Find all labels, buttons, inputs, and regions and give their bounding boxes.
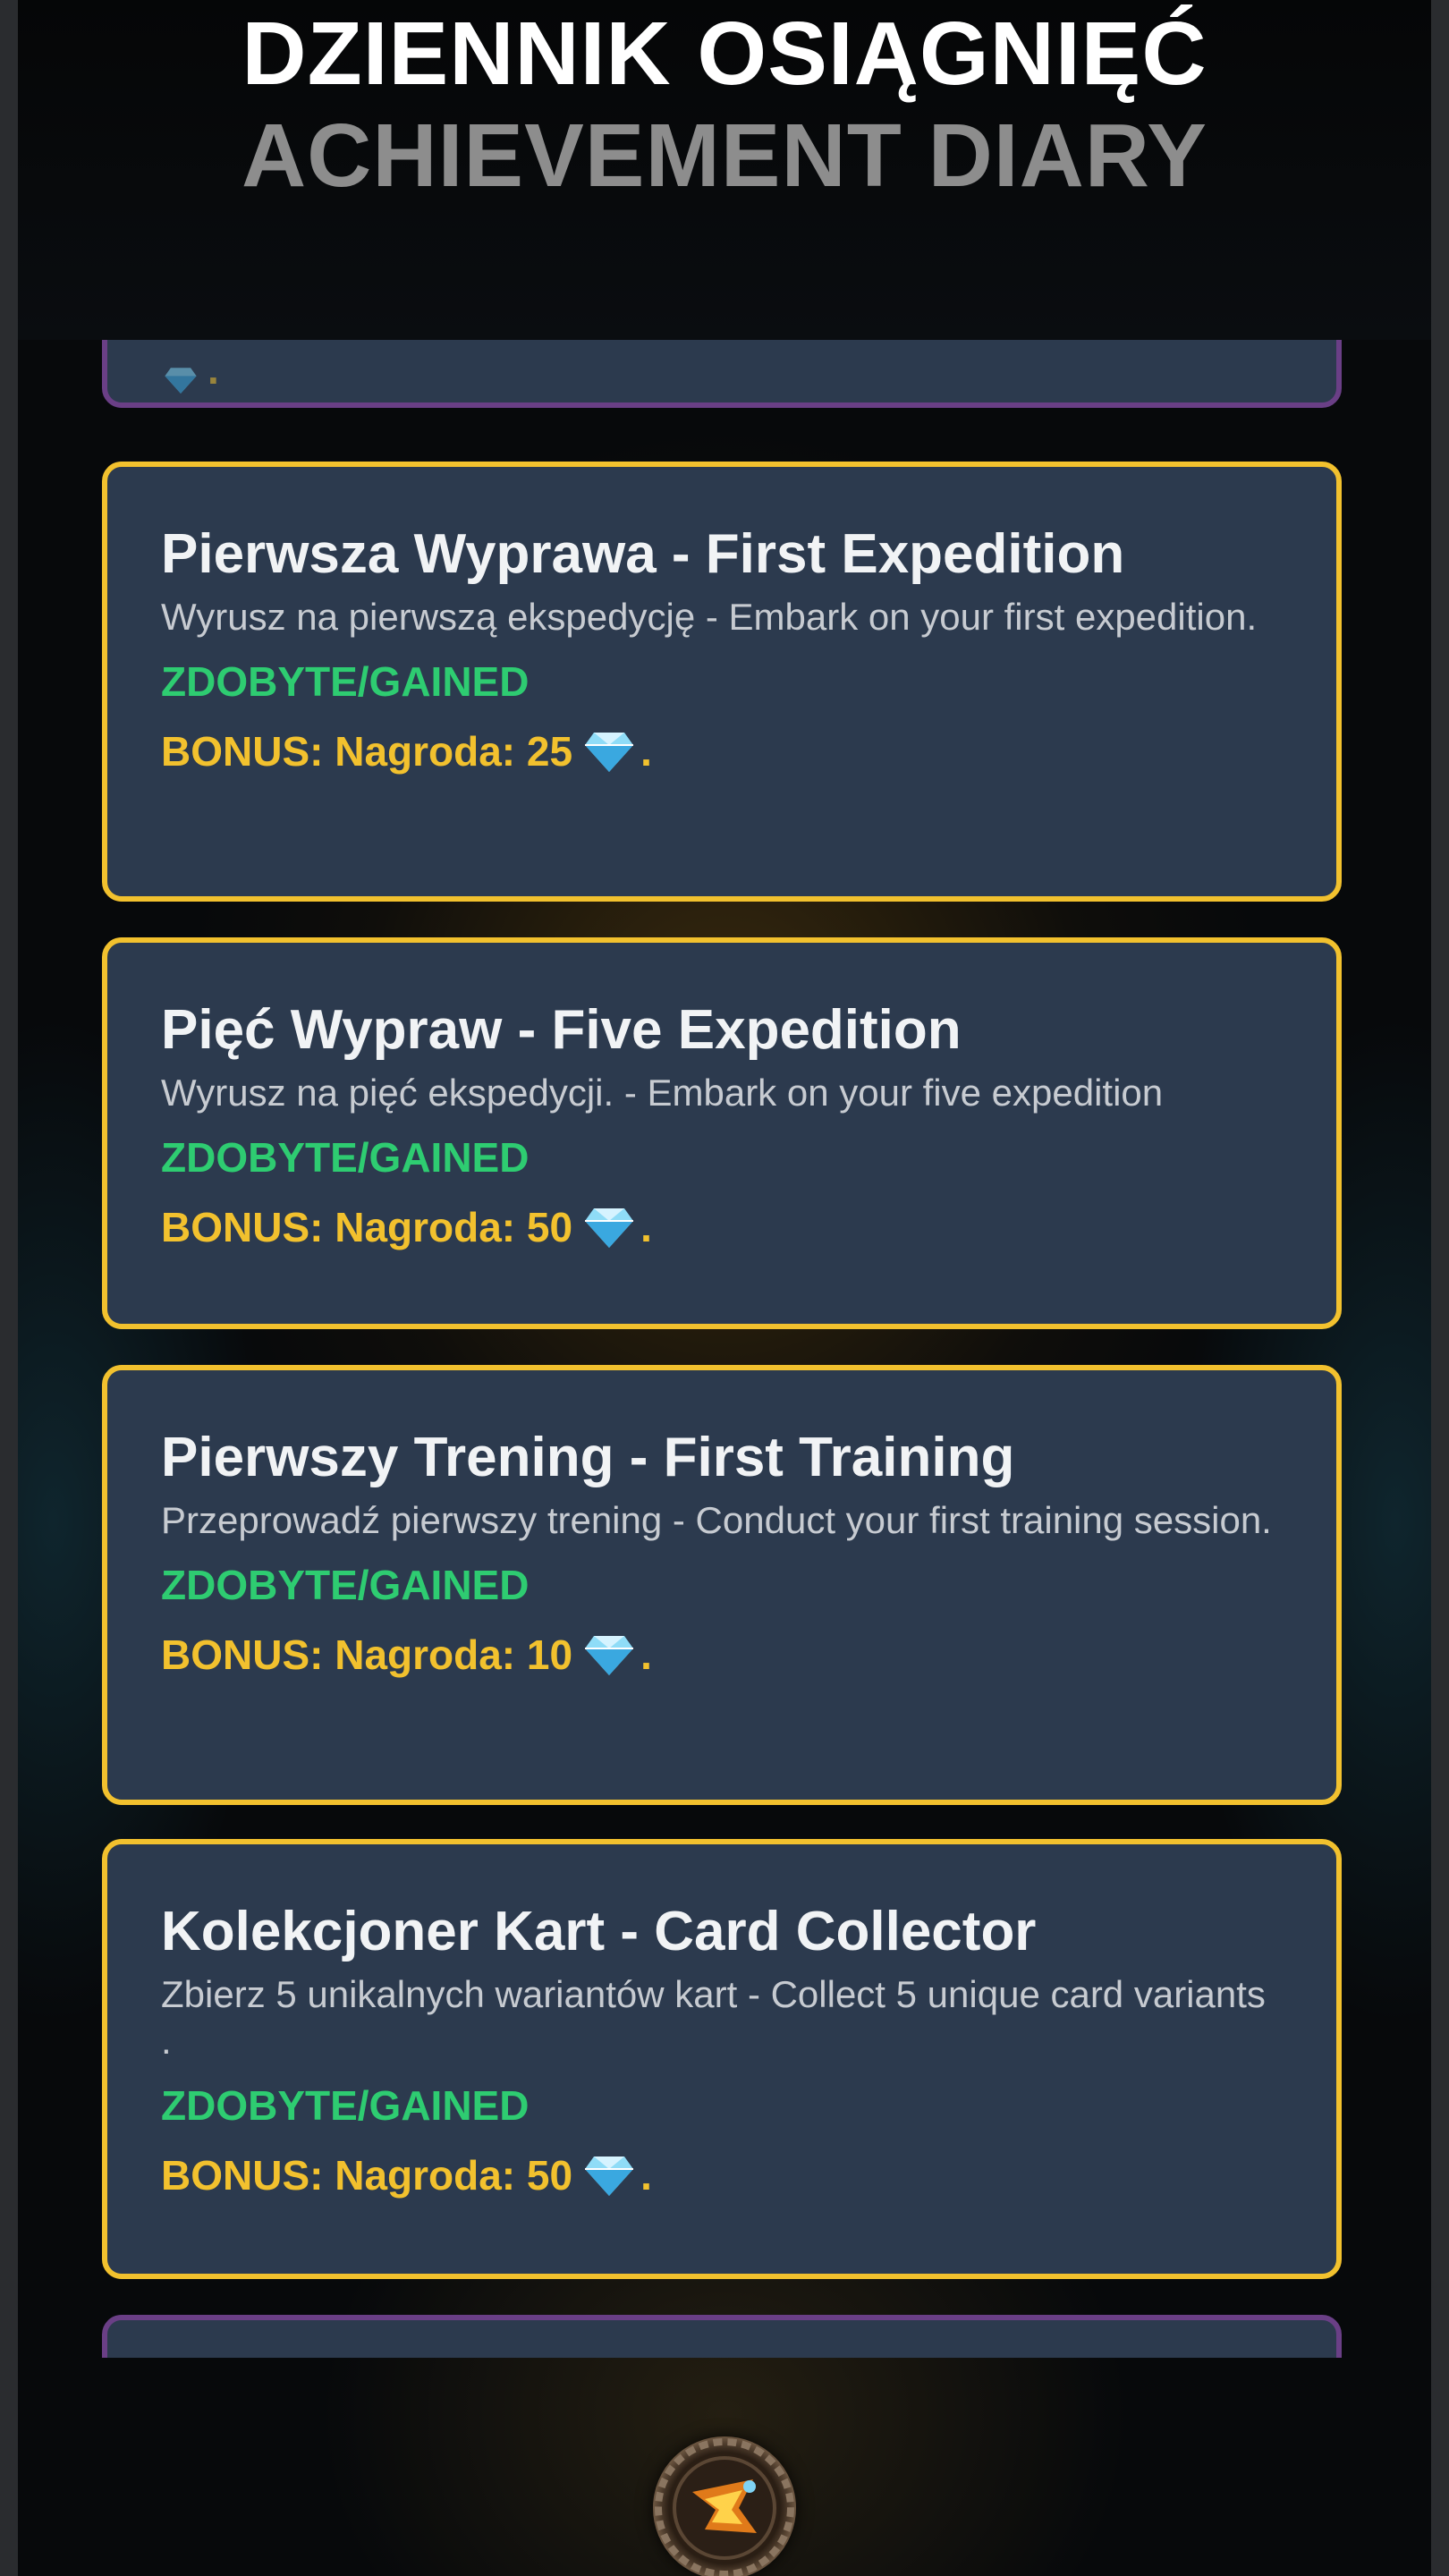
achievement-diary-screen: DZIENNIK OSIĄGNIĘĆ ACHIEVEMENT DIARY . P… bbox=[0, 0, 1449, 2576]
achievement-title: Kolekcjoner Kart - Card Collector bbox=[161, 1901, 1037, 1962]
bonus-text: BONUS: Nagroda: 10 bbox=[161, 1631, 573, 1678]
diamond-gem-icon bbox=[585, 1636, 634, 1675]
bonus-text: BONUS: Nagroda: 25 bbox=[161, 728, 573, 775]
achievement-card[interactable]: Pierwsza Wyprawa - First Expedition Wyru… bbox=[102, 462, 1342, 902]
bottom-nav-area bbox=[18, 2358, 1431, 2576]
bonus-text: BONUS: Nagroda: 50 bbox=[161, 2152, 573, 2199]
achievement-bonus: BONUS: Nagroda: 50 . bbox=[161, 2150, 1283, 2200]
achievement-card-partial-bottom bbox=[102, 2315, 1342, 2358]
right-edge-strip bbox=[1431, 0, 1449, 2576]
achievement-list[interactable]: . Pierwsza Wyprawa - First Expedition Wy… bbox=[98, 340, 1351, 2358]
diamond-gem-icon bbox=[165, 368, 197, 394]
diamond-gem-icon bbox=[585, 2157, 634, 2196]
expedition-nav-button[interactable] bbox=[653, 2436, 796, 2576]
diamond-gem-icon bbox=[585, 1208, 634, 1248]
achievement-description: Przeprowadź pierwszy trening - Conduct y… bbox=[161, 1499, 1272, 1541]
achievement-card-partial-top: . bbox=[102, 340, 1342, 408]
achievement-status: ZDOBYTE/GAINED bbox=[161, 2082, 530, 2129]
achievement-bonus: BONUS: Nagroda: 50 . bbox=[161, 1202, 1283, 1252]
bonus-suffix: . bbox=[640, 728, 652, 775]
page-title-polish: DZIENNIK OSIĄGNIĘĆ bbox=[242, 4, 1208, 104]
achievement-status: ZDOBYTE/GAINED bbox=[161, 658, 530, 705]
achievement-status: ZDOBYTE/GAINED bbox=[161, 1562, 530, 1608]
achievement-description: Wyrusz na pierwszą ekspedycję - Embark o… bbox=[161, 596, 1258, 638]
header: DZIENNIK OSIĄGNIĘĆ ACHIEVEMENT DIARY bbox=[18, 0, 1431, 340]
achievement-bonus: BONUS: Nagroda: 10 . bbox=[161, 1630, 1283, 1680]
achievement-card[interactable]: Kolekcjoner Kart - Card Collector Zbierz… bbox=[102, 1839, 1342, 2279]
achievement-title: Pierwszy Trening - First Training bbox=[161, 1427, 1015, 1488]
achievement-title: Pierwsza Wyprawa - First Expedition bbox=[161, 523, 1125, 585]
left-edge-strip bbox=[0, 0, 18, 2576]
achievement-title: Pięć Wypraw - Five Expedition bbox=[161, 999, 962, 1061]
partial-bonus-line: . bbox=[161, 345, 219, 394]
diamond-gem-icon bbox=[585, 733, 634, 772]
achievement-description: Zbierz 5 unikalnych wariantów kart - Col… bbox=[161, 1973, 1266, 2062]
bonus-text: BONUS: Nagroda: 50 bbox=[161, 1204, 573, 1250]
bonus-suffix: . bbox=[640, 2152, 652, 2199]
bonus-suffix: . bbox=[640, 1204, 652, 1250]
bonus-suffix: . bbox=[640, 1631, 652, 1678]
partial-bonus-suffix: . bbox=[208, 346, 219, 393]
achievement-description: Wyrusz na pięć ekspedycji. - Embark on y… bbox=[161, 1072, 1164, 1114]
achievement-status: ZDOBYTE/GAINED bbox=[161, 1134, 530, 1181]
expedition-medallion-icon bbox=[655, 2438, 794, 2576]
achievement-card[interactable]: Pięć Wypraw - Five Expedition Wyrusz na … bbox=[102, 937, 1342, 1329]
achievement-bonus: BONUS: Nagroda: 25 . bbox=[161, 726, 1283, 776]
achievement-card[interactable]: Pierwszy Trening - First Training Przepr… bbox=[102, 1365, 1342, 1805]
page-title-english: ACHIEVEMENT DIARY bbox=[241, 106, 1208, 206]
